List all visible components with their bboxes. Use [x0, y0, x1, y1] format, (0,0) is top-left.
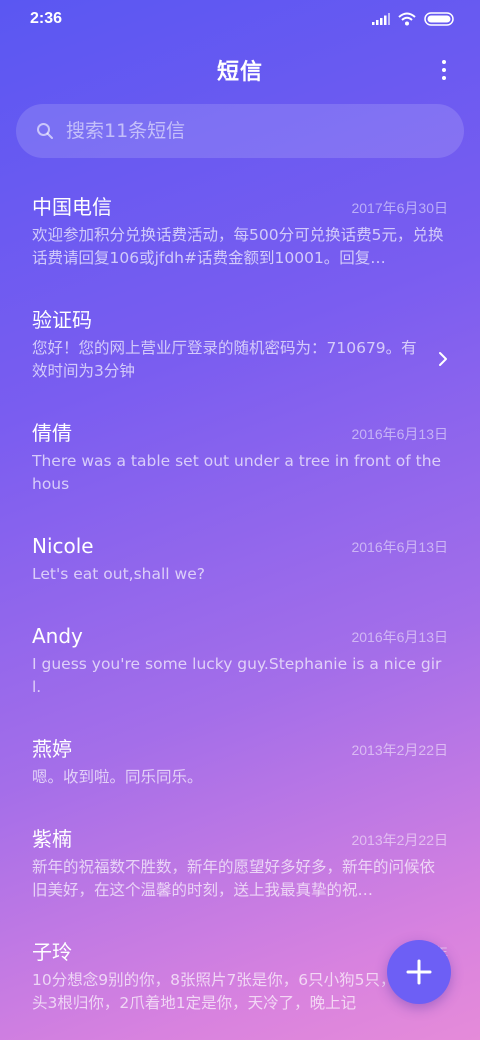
message-item[interactable]: Andy 2016年6月13日 I guess you're some luck… — [0, 607, 480, 720]
message-date: 2016年6月13日 — [351, 539, 448, 555]
wifi-icon — [398, 12, 416, 26]
compose-button[interactable] — [387, 940, 451, 1004]
search-icon — [37, 123, 53, 139]
chevron-right-icon — [439, 352, 447, 366]
battery-icon — [424, 12, 454, 26]
search-input[interactable] — [64, 119, 428, 143]
status-bar: 2:36 — [0, 0, 480, 40]
message-preview: 新年的祝福数不胜数，新年的愿望好多好多，新年的问候依旧美好，在这个温馨的时刻，送… — [32, 858, 436, 899]
message-date: 2016年6月13日 — [351, 426, 448, 442]
message-preview: 您好！您的网上营业厅登录的随机密码为：710679。有效时间为3分钟 — [32, 339, 417, 380]
message-preview: There was a table set out under a tree i… — [32, 452, 442, 493]
message-list: 中国电信 2017年6月30日 欢迎参加积分兑换话费活动，每500分可兑换话费5… — [0, 178, 480, 1036]
status-icons — [372, 12, 454, 26]
page-title: 短信 — [216, 60, 263, 85]
message-date: 2013年2月22日 — [351, 832, 448, 848]
message-item[interactable]: 紫楠 2013年2月22日 新年的祝福数不胜数，新年的愿望好多好多，新年的问候依… — [0, 810, 480, 923]
message-preview: Let's eat out,shall we? — [32, 565, 205, 583]
status-time: 2:36 — [30, 10, 63, 27]
message-item[interactable]: 验证码 您好！您的网上营业厅登录的随机密码为：710679。有效时间为3分钟 — [0, 291, 480, 404]
message-preview: 欢迎参加积分兑换话费活动，每500分可兑换话费5元，兑换话费请回复106或jfd… — [32, 226, 444, 267]
message-preview: 10分想念9别的你，8张照片7张是你，6只小狗5只，4根骨头3根归你，2爪着地1… — [32, 971, 437, 1012]
plus-icon — [406, 959, 432, 985]
contact-name: 验证码 — [32, 308, 92, 332]
message-item[interactable]: 燕婷 2013年2月22日 嗯。收到啦。同乐同乐。 — [0, 720, 480, 810]
message-date: 2017年6月30日 — [351, 200, 448, 216]
more-vertical-icon[interactable] — [434, 58, 454, 82]
message-item[interactable]: Nicole 2016年6月13日 Let's eat out,shall we… — [0, 517, 480, 607]
search-bar[interactable] — [16, 104, 464, 158]
message-date: 2016年6月13日 — [351, 629, 448, 645]
signal-icon — [372, 13, 390, 25]
message-date: 2013年2月22日 — [351, 742, 448, 758]
message-item[interactable]: 倩倩 2016年6月13日 There was a table set out … — [0, 404, 480, 517]
message-preview: I guess you're some lucky guy.Stephanie … — [32, 655, 442, 696]
header: 短信 — [0, 50, 480, 90]
contact-name: 子玲 — [32, 940, 72, 964]
message-item[interactable]: 中国电信 2017年6月30日 欢迎参加积分兑换话费活动，每500分可兑换话费5… — [0, 178, 480, 291]
message-preview: 嗯。收到啦。同乐同乐。 — [32, 768, 203, 786]
